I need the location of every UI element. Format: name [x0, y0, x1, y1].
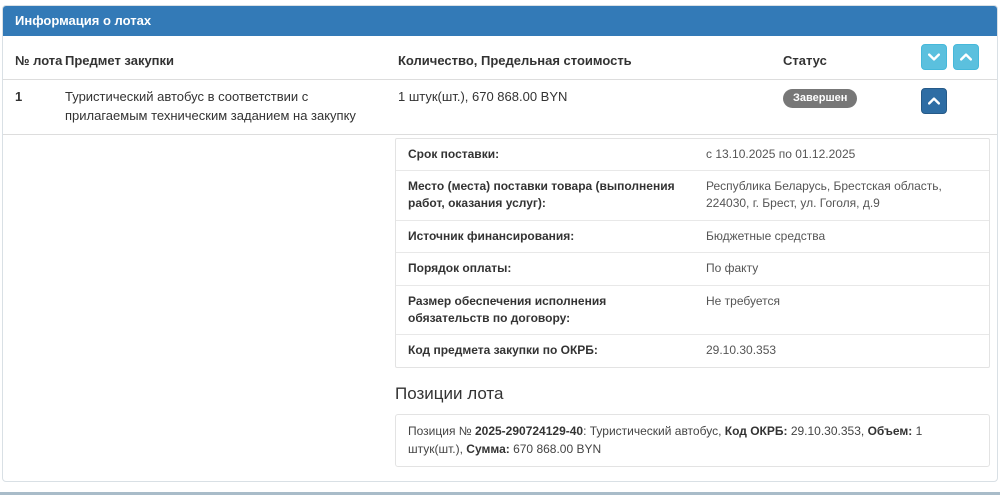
lot-quantity: 1 штук(шт.), 670 868.00 BYN — [398, 88, 783, 107]
lots-table-header: № лота Предмет закупки Количество, Преде… — [3, 36, 997, 80]
lot-position-item: Позиция № 2025-290724129-40: Туристическ… — [395, 414, 990, 467]
detail-value: Бюджетные средства — [694, 221, 989, 252]
lots-info-panel: Информация о лотах № лота Предмет закупк… — [2, 5, 998, 482]
column-header-subject: Предмет закупки — [65, 53, 398, 70]
chevron-down-icon — [928, 53, 940, 61]
lot-details-section: Срок поставки: с 13.10.2025 по 01.12.202… — [3, 135, 997, 481]
lot-row: 1 Туристический автобус в соответствии с… — [3, 80, 997, 135]
position-number: 2025-290724129-40 — [475, 424, 583, 438]
status-badge: Завершен — [783, 89, 857, 108]
position-sum-label: Сумма: — [466, 442, 509, 456]
detail-label: Размер обеспечения исполнения обязательс… — [396, 286, 694, 335]
detail-label: Порядок оплаты: — [396, 253, 694, 284]
position-okrb-value: 29.10.30.353, — [787, 424, 867, 438]
detail-value: Не требуется — [694, 286, 989, 335]
detail-label: Источник финансирования: — [396, 221, 694, 252]
position-volume-label: Объем: — [868, 424, 913, 438]
detail-row-delivery-place: Место (места) поставки товара (выполнени… — [396, 170, 989, 220]
column-header-lot-number: № лота — [15, 53, 65, 70]
lot-status-cell: Завершен — [783, 88, 921, 108]
detail-value: с 13.10.2025 по 01.12.2025 — [694, 139, 989, 170]
panel-title: Информация о лотах — [3, 6, 997, 36]
detail-label: Срок поставки: — [396, 139, 694, 170]
detail-value: По факту — [694, 253, 989, 284]
sort-descending-button[interactable] — [921, 44, 947, 70]
sort-ascending-button[interactable] — [953, 44, 979, 70]
detail-row-contract-security: Размер обеспечения исполнения обязательс… — [396, 285, 989, 335]
lot-row-actions — [921, 88, 985, 114]
detail-row-okrb-code: Код предмета закупки по ОКРБ: 29.10.30.3… — [396, 334, 989, 366]
detail-label: Код предмета закупки по ОКРБ: — [396, 335, 694, 366]
detail-label: Место (места) поставки товара (выполнени… — [396, 171, 694, 220]
lot-subject: Туристический автобус в соответствии с п… — [65, 88, 398, 126]
chevron-up-icon — [928, 97, 940, 105]
lot-number: 1 — [15, 88, 65, 107]
position-okrb-label: Код ОКРБ: — [725, 424, 788, 438]
detail-row-funding-source: Источник финансирования: Бюджетные средс… — [396, 220, 989, 252]
collapse-lot-details-button[interactable] — [921, 88, 947, 114]
detail-value: 29.10.30.353 — [694, 335, 989, 366]
column-header-status: Статус — [783, 53, 921, 70]
detail-value: Республика Беларусь, Брестская область, … — [694, 171, 989, 220]
detail-row-payment-order: Порядок оплаты: По факту — [396, 252, 989, 284]
lot-details-table: Срок поставки: с 13.10.2025 по 01.12.202… — [395, 138, 990, 368]
position-prefix: Позиция № — [408, 424, 475, 438]
lot-positions-heading: Позиции лота — [395, 384, 990, 404]
chevron-up-icon — [960, 53, 972, 61]
position-subject: : Туристический автобус, — [583, 424, 725, 438]
sort-controls — [921, 44, 985, 70]
position-sum-value: 670 868.00 BYN — [510, 442, 601, 456]
detail-row-delivery-period: Срок поставки: с 13.10.2025 по 01.12.202… — [396, 139, 989, 170]
column-header-quantity: Количество, Предельная стоимость — [398, 53, 783, 70]
